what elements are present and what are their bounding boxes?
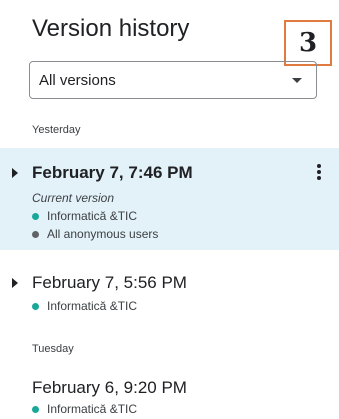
editor-color-dot-icon — [32, 230, 39, 238]
version-entry-current[interactable]: February 7, 7:46 PM Current version Info… — [0, 148, 339, 250]
version-filter-value: All versions — [39, 71, 116, 89]
editor-name: All anonymous users — [47, 227, 159, 241]
editor-color-dot-icon — [32, 212, 39, 220]
expand-arrow-icon[interactable] — [12, 278, 18, 288]
version-editor: Informatică &TIC — [32, 402, 137, 416]
editor-color-dot-icon — [32, 302, 39, 310]
version-editor: Informatică &TIC — [32, 209, 137, 223]
editor-name: Informatică &TIC — [47, 402, 138, 416]
editor-name: Informatică &TIC — [47, 299, 138, 313]
version-entry[interactable]: February 6, 9:20 PM Informatică &TIC — [0, 366, 339, 419]
version-editor: Informatică &TIC — [32, 299, 137, 313]
expand-arrow-icon[interactable] — [12, 168, 18, 178]
version-entry[interactable]: February 7, 5:56 PM Informatică &TIC — [0, 262, 339, 318]
step-number-badge: 3 — [284, 20, 332, 66]
version-date: February 7, 7:46 PM — [32, 163, 193, 182]
editor-color-dot-icon — [32, 405, 39, 413]
page-title: Version history — [32, 15, 190, 42]
more-options-icon[interactable] — [316, 164, 322, 180]
version-filter-select[interactable]: All versions — [29, 61, 317, 99]
section-label-yesterday: Yesterday — [32, 124, 81, 136]
section-label-tuesday: Tuesday — [32, 343, 74, 355]
current-version-label: Current version — [32, 191, 115, 205]
version-date: February 7, 5:56 PM — [32, 273, 187, 292]
version-editor: All anonymous users — [32, 227, 158, 241]
chevron-down-icon — [292, 78, 302, 83]
editor-name: Informatică &TIC — [47, 209, 138, 223]
version-date: February 6, 9:20 PM — [32, 378, 187, 397]
